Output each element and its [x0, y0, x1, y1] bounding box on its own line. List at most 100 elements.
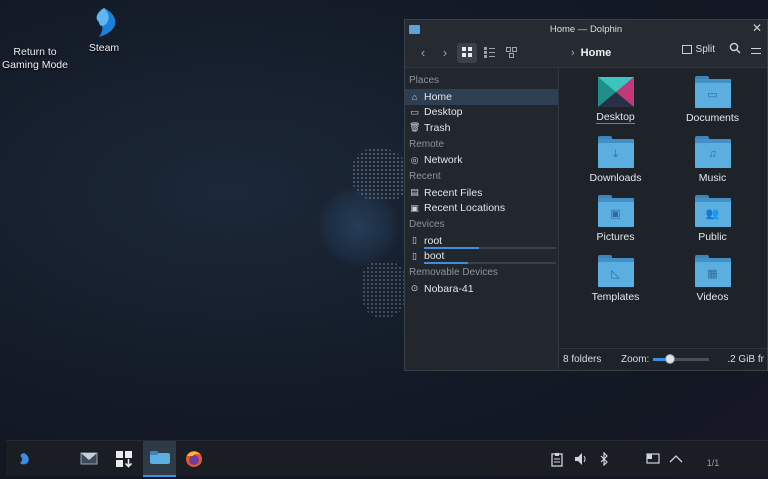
- chevron-up-icon: [669, 455, 683, 463]
- hamburger-menu-icon[interactable]: [751, 48, 761, 54]
- chevron-right-icon: ›: [571, 46, 575, 59]
- folder-icon: [149, 451, 170, 464]
- desktop-icon-label: Return to Gaming Mode: [2, 46, 68, 71]
- folder-item-music[interactable]: ♫ Music: [664, 134, 761, 194]
- home-icon: ⌂: [411, 91, 418, 102]
- sidebar-item-boot[interactable]: ▯ boot: [405, 249, 558, 264]
- zoom-slider[interactable]: [653, 354, 710, 364]
- sidebar-item-label: root: [424, 234, 443, 247]
- steam-icon: [96, 8, 116, 37]
- sidebar-item-label: Trash: [424, 121, 451, 134]
- close-icon[interactable]: ✕: [752, 21, 762, 35]
- folder-item-desktop[interactable]: Desktop: [567, 74, 664, 134]
- sidebar-item-desktop[interactable]: ▭ Desktop: [405, 105, 558, 121]
- folder-icon: ◺: [597, 254, 634, 287]
- folder-item-documents[interactable]: ▭ Documents: [664, 74, 761, 134]
- sidebar-item-label: Network: [424, 154, 463, 167]
- firefox-button[interactable]: [183, 441, 205, 477]
- folder-glyph-icon: ▣: [610, 208, 621, 220]
- sidebar-item-trash[interactable]: 🗑 Trash: [405, 120, 558, 136]
- dolphin-task-button[interactable]: [143, 441, 176, 477]
- folder-label: Templates: [591, 290, 640, 303]
- clipboard-button[interactable]: [548, 441, 566, 477]
- folder-item-pictures[interactable]: ▣ Pictures: [567, 193, 664, 253]
- recent-locations-icon: ▣: [410, 202, 419, 213]
- file-manager-window: Home — Dolphin ✕ ‹ › › Home Split Places…: [404, 19, 768, 371]
- display-button[interactable]: [644, 441, 662, 477]
- folder-label: Videos: [696, 290, 729, 303]
- icons-view-icon: [461, 47, 472, 57]
- window-title: Home — Dolphin: [549, 23, 623, 35]
- icons-view-button[interactable]: [457, 42, 477, 63]
- bluetooth-icon: [600, 452, 608, 466]
- desktop-folder-icon: [597, 77, 634, 107]
- folder-glyph-icon: ⤓: [613, 147, 618, 160]
- steamdeck-logo-icon: [20, 453, 29, 465]
- drive-icon: ▯: [412, 250, 417, 261]
- zoom-slider-handle[interactable]: [665, 354, 676, 364]
- sidebar-item-root[interactable]: ▯ root: [405, 233, 558, 249]
- split-button[interactable]: Split: [681, 44, 715, 55]
- app-launcher-button[interactable]: [10, 441, 38, 477]
- folder-item-videos[interactable]: ▦ Videos: [664, 253, 761, 313]
- split-label: Split: [695, 44, 715, 55]
- sidebar-item-nobara-41[interactable]: ⊙ Nobara-41: [405, 281, 558, 297]
- compact-view-icon: [483, 47, 495, 58]
- back-button[interactable]: ‹: [413, 43, 433, 63]
- sidebar-section-title: Devices: [409, 219, 445, 230]
- sidebar-item-recent-files[interactable]: ▤ Recent Files: [405, 185, 558, 201]
- clock[interactable]: 1/1: [696, 441, 730, 477]
- folder-glyph-icon: ◺: [611, 267, 620, 280]
- folder-label: Public: [698, 231, 727, 243]
- desktop-icon-label: Steam: [88, 42, 120, 54]
- display-icon: [646, 453, 660, 464]
- recent-files-icon: ▤: [410, 187, 419, 198]
- folder-icon: 👥: [694, 195, 731, 227]
- taskbar: 1/1: [6, 440, 768, 477]
- clipboard-icon: [551, 452, 563, 467]
- sidebar-section-title: Places: [409, 75, 440, 86]
- app-store-icon: [116, 451, 133, 468]
- sidebar-item-recent-locations[interactable]: ▣ Recent Locations: [405, 201, 558, 217]
- folder-label: Documents: [685, 112, 740, 124]
- folder-label: Music: [698, 171, 727, 184]
- wallpaper-dots-top: [352, 148, 408, 200]
- sidebar-item-label: Nobara-41: [424, 282, 474, 295]
- folder-item-downloads[interactable]: ⤓ Downloads: [567, 134, 664, 194]
- breadcrumb[interactable]: › Home: [571, 47, 611, 59]
- wallpaper-glow: [318, 185, 400, 267]
- folder-icon: ▦: [694, 254, 731, 287]
- folder-icon: ⤓: [597, 135, 634, 168]
- desktop-icon-steam[interactable]: Steam: [64, 6, 144, 55]
- status-bar: 8 folders Zoom: .2 GiB fr: [559, 348, 767, 370]
- compact-view-button[interactable]: [479, 43, 499, 63]
- removable-drive-icon: ⊙: [410, 283, 419, 294]
- sidebar-item-network[interactable]: ◎ Network: [405, 153, 558, 169]
- sidebar-section-title: Remote: [409, 138, 445, 150]
- details-view-icon: [505, 47, 517, 58]
- folder-item-public[interactable]: 👥 Public: [664, 193, 761, 253]
- trash-icon: 🗑: [409, 122, 421, 133]
- search-icon[interactable]: [729, 42, 741, 54]
- disk-usage-bar: [424, 262, 556, 264]
- folder-grid: Desktop ▭ Documents ⤓ Downloads ♫ Music ▣ Pictur…: [559, 68, 767, 312]
- volume-button[interactable]: [572, 441, 590, 477]
- folder-icon: ▭: [694, 76, 731, 108]
- folder-glyph-icon: 👥: [705, 208, 720, 220]
- folder-item-templates[interactable]: ◺ Templates: [567, 253, 664, 313]
- breadcrumb-home[interactable]: Home: [581, 47, 612, 59]
- file-view: Desktop ▭ Documents ⤓ Downloads ♫ Music ▣ Pictur…: [559, 68, 767, 370]
- window-titlebar[interactable]: Home — Dolphin ✕: [405, 20, 767, 38]
- folder-glyph-icon: ♫: [708, 147, 717, 160]
- bluetooth-button[interactable]: [596, 441, 612, 477]
- discover-button[interactable]: [112, 441, 136, 477]
- free-space[interactable]: .2 GiB fr: [727, 354, 764, 365]
- sidebar-item-home[interactable]: ⌂ Home: [405, 89, 558, 105]
- details-view-button[interactable]: [501, 43, 521, 63]
- sidebar-section-title: Recent: [409, 171, 441, 182]
- system-tray-expand-button[interactable]: [667, 441, 685, 477]
- forward-button[interactable]: ›: [435, 43, 455, 63]
- drive-icon: ▯: [412, 235, 417, 246]
- places-sidebar: Places ⌂ Home ▭ Desktop 🗑 Trash Remote ◎ Network R…: [405, 68, 559, 370]
- task-manager-button[interactable]: [76, 441, 102, 477]
